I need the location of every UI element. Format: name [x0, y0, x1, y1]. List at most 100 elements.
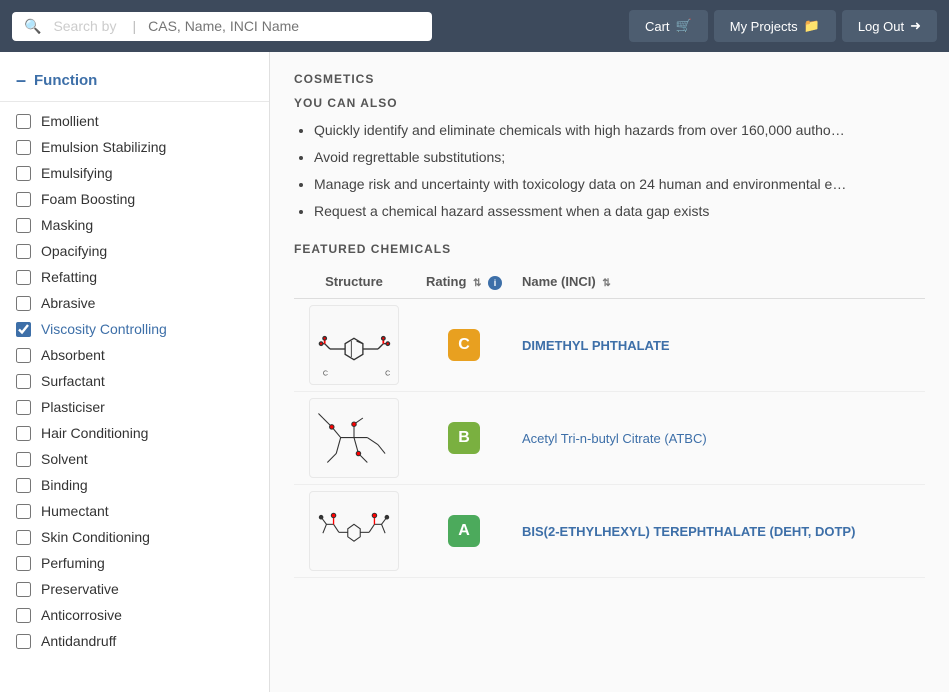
filter-item-absorbent[interactable]: Absorbent — [0, 342, 269, 368]
name-cell-acetyl-tributyl-citrate: Acetyl Tri-n-butyl Citrate (ATBC) — [514, 391, 925, 484]
checkbox-surfactant[interactable] — [16, 374, 31, 389]
filter-label-hair-conditioning: Hair Conditioning — [41, 425, 253, 441]
svg-text:C: C — [385, 369, 390, 377]
rating-cell-dimethyl-phthalate[interactable]: C — [414, 298, 514, 391]
filter-label-refatting: Refatting — [41, 269, 253, 285]
checkbox-perfuming[interactable] — [16, 556, 31, 571]
chem-name-bis2ethylhexyl[interactable]: BIS(2-ETHYLHEXYL) TEREPHTHALATE (DEHT, D… — [522, 524, 855, 539]
checkbox-opacifying[interactable] — [16, 244, 31, 259]
filter-label-abrasive: Abrasive — [41, 295, 253, 311]
checkbox-emulsifying[interactable] — [16, 166, 31, 181]
col-header-rating[interactable]: Rating ⇅ i — [414, 270, 514, 298]
filter-item-masking[interactable]: Masking — [0, 212, 269, 238]
checkbox-absorbent[interactable] — [16, 348, 31, 363]
chem-name-acetyl-tributyl-citrate[interactable]: Acetyl Tri-n-butyl Citrate (ATBC) — [522, 431, 707, 446]
filter-item-solvent[interactable]: Solvent — [0, 446, 269, 472]
function-label: Function — [34, 72, 97, 89]
filter-item-emollient[interactable]: Emollient — [0, 108, 269, 134]
filter-item-plasticiser[interactable]: Plasticiser — [0, 394, 269, 420]
filter-item-perfuming[interactable]: Perfuming — [0, 550, 269, 576]
table-row: A BIS(2-ETHYLHEXYL) TEREPHTHALATE (DEHT, … — [294, 484, 925, 577]
search-input[interactable] — [148, 18, 420, 34]
checkbox-masking[interactable] — [16, 218, 31, 233]
sidebar: – Function Emollient Emulsion Stabilizing… — [0, 52, 270, 692]
filter-item-foam-boosting[interactable]: Foam Boosting — [0, 186, 269, 212]
function-filter-header[interactable]: – Function — [0, 64, 269, 102]
checkbox-skin-conditioning[interactable] — [16, 530, 31, 545]
filter-item-emulsifying[interactable]: Emulsifying — [0, 160, 269, 186]
search-by-label: Search by — [53, 18, 116, 34]
filter-label-preservative: Preservative — [41, 581, 253, 597]
checkbox-refatting[interactable] — [16, 270, 31, 285]
structure-cell-dimethyl-phthalate[interactable]: C C — [294, 298, 414, 391]
name-cell-bis2ethylhexyl: BIS(2-ETHYLHEXYL) TEREPHTHALATE (DEHT, D… — [514, 484, 925, 577]
filter-item-anticorrosive[interactable]: Anticorrosive — [0, 602, 269, 628]
chem-name-dimethyl-phthalate[interactable]: DIMETHYL PHTHALATE — [522, 338, 670, 353]
checkbox-humectant[interactable] — [16, 504, 31, 519]
rating-cell-acetyl-tributyl-citrate[interactable]: B — [414, 391, 514, 484]
rating-badge-acetyl-tributyl-citrate: B — [448, 422, 480, 454]
you-can-also-title: YOU CAN ALSO — [294, 96, 925, 110]
col-header-name[interactable]: Name (INCI) ⇅ — [514, 270, 925, 298]
filter-item-emulsion-stabilizing[interactable]: Emulsion Stabilizing — [0, 134, 269, 160]
filter-label-viscosity-controlling: Viscosity Controlling — [41, 321, 253, 337]
log-out-button[interactable]: Log Out ➜ — [842, 10, 937, 42]
checkbox-emollient[interactable] — [16, 114, 31, 129]
checkbox-solvent[interactable] — [16, 452, 31, 467]
checkbox-preservative[interactable] — [16, 582, 31, 597]
svg-text:C: C — [323, 369, 328, 377]
filter-label-plasticiser: Plasticiser — [41, 399, 253, 415]
structure-cell-bis2ethylhexyl[interactable] — [294, 484, 414, 577]
col-header-structure: Structure — [294, 270, 414, 298]
filter-item-binding[interactable]: Binding — [0, 472, 269, 498]
rating-cell-bis2ethylhexyl[interactable]: A — [414, 484, 514, 577]
bullet-item: Avoid regrettable substitutions; — [314, 147, 925, 168]
filter-label-solvent: Solvent — [41, 451, 253, 467]
filter-item-refatting[interactable]: Refatting — [0, 264, 269, 290]
structure-cell-acetyl-tributyl-citrate[interactable] — [294, 391, 414, 484]
filter-item-abrasive[interactable]: Abrasive — [0, 290, 269, 316]
cosmetics-title: COSMETICS — [294, 72, 925, 86]
sort-icon: ⇅ — [473, 278, 481, 289]
info-icon[interactable]: i — [488, 276, 502, 290]
filter-list: Emollient Emulsion Stabilizing Emulsifying… — [0, 108, 269, 654]
structure-image-acetyl-tributyl-citrate — [309, 398, 399, 478]
logout-icon: ➜ — [910, 18, 921, 34]
filter-item-skin-conditioning[interactable]: Skin Conditioning — [0, 524, 269, 550]
filter-item-surfactant[interactable]: Surfactant — [0, 368, 269, 394]
main-content: COSMETICS YOU CAN ALSO Quickly identify … — [270, 52, 949, 692]
cart-button[interactable]: Cart 🛒 — [629, 10, 708, 42]
filter-label-emollient: Emollient — [41, 113, 253, 129]
my-projects-button[interactable]: My Projects 📁 — [714, 10, 836, 42]
filter-label-surfactant: Surfactant — [41, 373, 253, 389]
structure-image-bis2ethylhexyl — [309, 491, 399, 571]
checkbox-anticorrosive[interactable] — [16, 608, 31, 623]
checkbox-foam-boosting[interactable] — [16, 192, 31, 207]
filter-label-humectant: Humectant — [41, 503, 253, 519]
checkbox-hair-conditioning[interactable] — [16, 426, 31, 441]
app-header: 🔍 Search by | Cart 🛒 My Projects 📁 Log O… — [0, 0, 949, 52]
checkbox-abrasive[interactable] — [16, 296, 31, 311]
bullet-item: Quickly identify and eliminate chemicals… — [314, 120, 925, 141]
filter-label-binding: Binding — [41, 477, 253, 493]
filter-item-hair-conditioning[interactable]: Hair Conditioning — [0, 420, 269, 446]
checkbox-binding[interactable] — [16, 478, 31, 493]
checkbox-plasticiser[interactable] — [16, 400, 31, 415]
filter-label-anticorrosive: Anticorrosive — [41, 607, 253, 623]
bullet-list: Quickly identify and eliminate chemicals… — [294, 120, 925, 222]
chemicals-tbody: C C C DIMETHYL PHTHALATE — [294, 298, 925, 577]
filter-item-antidandruff[interactable]: Antidandruff — [0, 628, 269, 654]
cart-icon: 🛒 — [676, 18, 692, 34]
filter-item-preservative[interactable]: Preservative — [0, 576, 269, 602]
checkbox-emulsion-stabilizing[interactable] — [16, 140, 31, 155]
checkbox-viscosity-controlling[interactable] — [16, 322, 31, 337]
filter-label-emulsion-stabilizing: Emulsion Stabilizing — [41, 139, 253, 155]
filter-item-viscosity-controlling[interactable]: Viscosity Controlling — [0, 316, 269, 342]
checkbox-antidandruff[interactable] — [16, 634, 31, 649]
table-row: B Acetyl Tri-n-butyl Citrate (ATBC) — [294, 391, 925, 484]
filter-item-humectant[interactable]: Humectant — [0, 498, 269, 524]
rating-badge-bis2ethylhexyl: A — [448, 515, 480, 547]
filter-label-masking: Masking — [41, 217, 253, 233]
filter-item-opacifying[interactable]: Opacifying — [0, 238, 269, 264]
featured-chemicals-title: FEATURED CHEMICALS — [294, 242, 925, 256]
